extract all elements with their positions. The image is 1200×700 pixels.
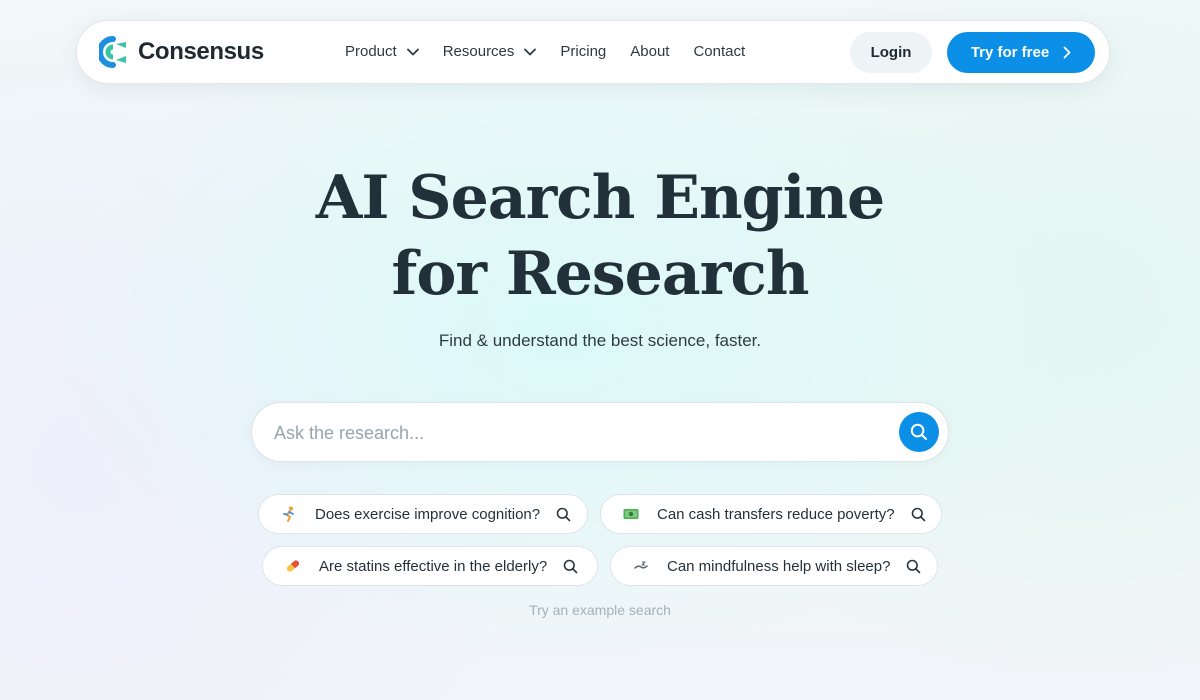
nav-item-label: About: [630, 43, 670, 60]
cash-icon: [623, 506, 639, 522]
chevron-down-icon: [406, 48, 419, 55]
example-search-chip[interactable]: Are statins effective in the elderly?: [262, 546, 598, 586]
example-search-label: Can mindfulness help with sleep?: [667, 557, 891, 575]
pill-icon: [285, 558, 301, 574]
search-icon: [910, 423, 927, 440]
search-icon: [911, 507, 925, 521]
search-input[interactable]: [274, 417, 874, 449]
nav-item-label: Product: [345, 43, 397, 60]
chevron-down-icon: [524, 48, 537, 55]
running-person-icon: [281, 506, 297, 522]
brand-name: Consensus: [138, 38, 264, 65]
search-bar: [251, 402, 949, 462]
example-search-label: Can cash transfers reduce poverty?: [657, 505, 895, 523]
example-search-hint: Try an example search: [529, 602, 671, 618]
hero-title: AI Search Engine for Research: [0, 160, 1200, 312]
hero-subtitle: Find & understand the best science, fast…: [438, 331, 762, 350]
nav-item-label: Pricing: [560, 43, 607, 60]
example-search-label: Are statins effective in the elderly?: [319, 557, 548, 575]
nav-item-pricing[interactable]: Pricing: [560, 43, 606, 60]
search-button[interactable]: [899, 412, 939, 452]
nav-item-label: Resources: [442, 43, 515, 60]
example-search-chip[interactable]: Can mindfulness help with sleep?: [610, 546, 938, 586]
nav-links: Product Resources Pricing About Contact: [345, 43, 769, 60]
search-icon: [563, 559, 578, 573]
login-button[interactable]: Login: [850, 32, 932, 73]
search-icon: [907, 559, 921, 573]
nav-item-product[interactable]: Product: [345, 43, 419, 60]
chevron-right-icon: [1063, 46, 1071, 59]
nav-item-about[interactable]: About: [630, 43, 669, 60]
nav-item-label: Contact: [693, 43, 746, 60]
example-search-label: Does exercise improve cognition?: [315, 505, 541, 523]
nav-item-resources[interactable]: Resources: [443, 43, 537, 60]
top-navbar: Consensus Product Resources Pricing Abou…: [76, 20, 1110, 84]
example-search-chip[interactable]: Does exercise improve cognition?: [258, 494, 588, 534]
try-for-free-button[interactable]: Try for free: [947, 32, 1095, 73]
try-for-free-label: Try for free: [970, 44, 1050, 61]
sleep-icon: [633, 558, 649, 574]
search-icon: [556, 507, 571, 521]
example-search-chip[interactable]: Can cash transfers reduce poverty?: [600, 494, 942, 534]
hero-title-line-1: AI Search Engine: [315, 163, 885, 233]
nav-item-contact[interactable]: Contact: [693, 43, 745, 60]
consensus-logo-icon: [99, 36, 126, 68]
hero-title-line-2: for Research: [391, 239, 810, 309]
brand-logo[interactable]: Consensus: [99, 36, 264, 68]
